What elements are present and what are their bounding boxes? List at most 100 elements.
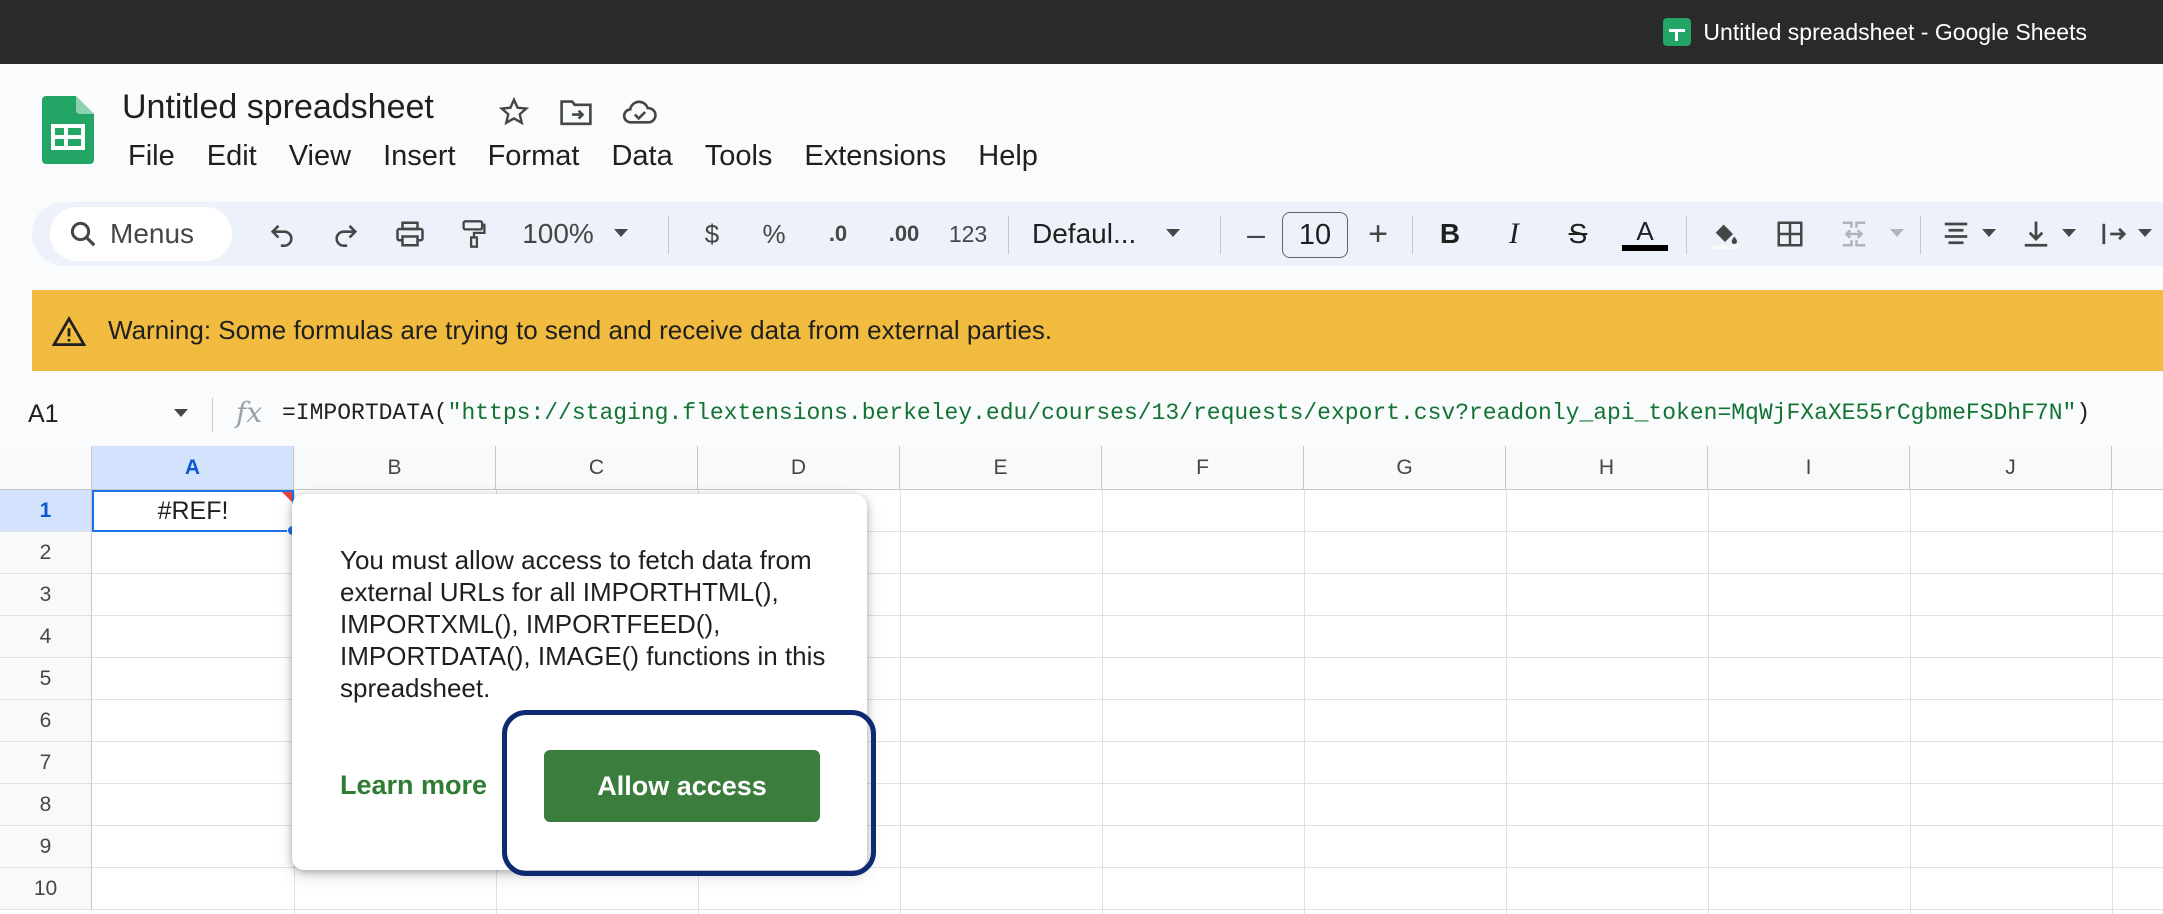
- row-header-9[interactable]: 9: [0, 826, 92, 868]
- bold-button[interactable]: B: [1430, 210, 1470, 258]
- window-title: Untitled spreadsheet - Google Sheets: [1663, 0, 2087, 64]
- merge-cells-icon[interactable]: [1832, 210, 1876, 258]
- gridline: [1708, 490, 1709, 914]
- fx-icon: fx: [236, 396, 263, 429]
- formula-function: =IMPORTDATA(: [282, 400, 448, 426]
- column-header-b[interactable]: B: [294, 446, 496, 490]
- row-header-8[interactable]: 8: [0, 784, 92, 826]
- zoom-select[interactable]: 100%: [518, 210, 598, 258]
- vertical-align-icon[interactable]: [2016, 210, 2056, 258]
- font-family-select[interactable]: Defaul...: [1032, 210, 1152, 258]
- row-header-10[interactable]: 10: [0, 868, 92, 910]
- sheets-app-icon: [1663, 18, 1692, 46]
- row-header-3[interactable]: 3: [0, 574, 92, 616]
- menu-insert[interactable]: Insert: [367, 136, 472, 176]
- decrease-font-size-button[interactable]: –: [1236, 210, 1276, 258]
- name-box[interactable]: A1: [28, 394, 198, 434]
- font-size-input[interactable]: 10: [1282, 212, 1348, 258]
- fill-color-icon[interactable]: [1702, 210, 1748, 258]
- decrease-decimal-button[interactable]: .0: [816, 210, 860, 258]
- warning-text: Warning: Some formulas are trying to sen…: [108, 315, 1053, 345]
- menu-format[interactable]: Format: [472, 136, 596, 176]
- increase-decimal-button[interactable]: .00: [880, 210, 928, 258]
- formula-string-arg: "https://staging.flextensions.berkeley.e…: [447, 400, 2077, 426]
- sheets-logo-icon[interactable]: [42, 96, 94, 164]
- zoom-value: 100%: [522, 218, 594, 249]
- toolbar-divider: [1412, 216, 1413, 254]
- row-header-1[interactable]: 1: [0, 490, 92, 532]
- column-header-j[interactable]: J: [1910, 446, 2112, 490]
- menu-view[interactable]: View: [273, 136, 367, 176]
- external-data-warning-banner: Warning: Some formulas are trying to sen…: [32, 290, 2163, 371]
- zoom-dropdown-icon[interactable]: [610, 210, 632, 258]
- document-title[interactable]: Untitled spreadsheet: [122, 88, 434, 127]
- toolbar-divider: [1220, 216, 1221, 254]
- more-formats-button[interactable]: 123: [944, 210, 992, 258]
- text-wrap-icon[interactable]: [2096, 210, 2132, 258]
- move-to-folder-icon[interactable]: [558, 94, 594, 130]
- column-header-e[interactable]: E: [900, 446, 1102, 490]
- toolbar-divider: [1920, 216, 1921, 254]
- select-all-corner[interactable]: [0, 446, 92, 490]
- menu-file[interactable]: File: [112, 136, 191, 176]
- highlight-outline: [502, 710, 876, 876]
- percent-format-button[interactable]: %: [754, 210, 794, 258]
- increase-decimal-label: .00: [888, 221, 920, 246]
- column-header-k[interactable]: [2112, 446, 2163, 490]
- learn-more-link[interactable]: Learn more: [340, 770, 487, 801]
- toolbar-divider: [1008, 216, 1009, 254]
- column-header-a[interactable]: A: [92, 446, 294, 490]
- wrap-dropdown-icon[interactable]: [2136, 210, 2154, 258]
- undo-icon[interactable]: [260, 210, 304, 258]
- text-color-swatch: [1622, 245, 1668, 251]
- name-box-dropdown-icon[interactable]: [174, 409, 188, 419]
- text-color-button[interactable]: A: [1622, 210, 1668, 258]
- valign-dropdown-icon[interactable]: [2060, 210, 2078, 258]
- gridline: [1304, 490, 1305, 914]
- currency-format-button[interactable]: $: [692, 210, 732, 258]
- column-header-g[interactable]: G: [1304, 446, 1506, 490]
- horizontal-align-icon[interactable]: [1936, 210, 1976, 258]
- toolbar: Menus 100% $ % .0 .00 123 Defaul... – 10…: [32, 202, 2163, 266]
- search-icon: [68, 219, 98, 249]
- borders-icon[interactable]: [1768, 210, 1812, 258]
- gridline: [92, 909, 2163, 910]
- star-icon[interactable]: [496, 94, 532, 130]
- column-header-i[interactable]: I: [1708, 446, 1910, 490]
- increase-font-size-button[interactable]: +: [1358, 210, 1398, 258]
- gridline: [2112, 490, 2113, 914]
- row-header-5[interactable]: 5: [0, 658, 92, 700]
- menu-help[interactable]: Help: [962, 136, 1054, 176]
- column-header-c[interactable]: C: [496, 446, 698, 490]
- strikethrough-button[interactable]: S: [1558, 210, 1598, 258]
- menu-data[interactable]: Data: [595, 136, 688, 176]
- warning-icon: [52, 315, 86, 346]
- column-header-d[interactable]: D: [698, 446, 900, 490]
- menu-bar: File Edit View Insert Format Data Tools …: [112, 136, 1054, 176]
- cell-reference: A1: [28, 399, 59, 428]
- row-header-4[interactable]: 4: [0, 616, 92, 658]
- menu-tools[interactable]: Tools: [689, 136, 789, 176]
- row-header-2[interactable]: 2: [0, 532, 92, 574]
- menu-edit[interactable]: Edit: [191, 136, 273, 176]
- paint-format-icon[interactable]: [452, 210, 496, 258]
- redo-icon[interactable]: [324, 210, 368, 258]
- cloud-saved-icon[interactable]: [622, 94, 658, 130]
- decrease-decimal-label: .0: [828, 221, 848, 246]
- row-header-7[interactable]: 7: [0, 742, 92, 784]
- text-color-label: A: [1636, 216, 1654, 246]
- formula-input[interactable]: =IMPORTDATA("https://staging.flextension…: [282, 400, 2090, 426]
- cell-a1[interactable]: #REF!: [92, 490, 298, 536]
- gridline: [1506, 490, 1507, 914]
- search-menus-input[interactable]: Menus: [50, 207, 232, 261]
- menu-extensions[interactable]: Extensions: [788, 136, 962, 176]
- print-icon[interactable]: [388, 210, 432, 258]
- italic-button[interactable]: I: [1494, 210, 1534, 258]
- row-header-6[interactable]: 6: [0, 700, 92, 742]
- window-title-text: Untitled spreadsheet - Google Sheets: [1703, 18, 2087, 45]
- column-header-h[interactable]: H: [1506, 446, 1708, 490]
- column-header-f[interactable]: F: [1102, 446, 1304, 490]
- font-dropdown-icon[interactable]: [1162, 210, 1184, 258]
- align-dropdown-icon[interactable]: [1980, 210, 1998, 258]
- merge-dropdown-icon[interactable]: [1888, 210, 1906, 258]
